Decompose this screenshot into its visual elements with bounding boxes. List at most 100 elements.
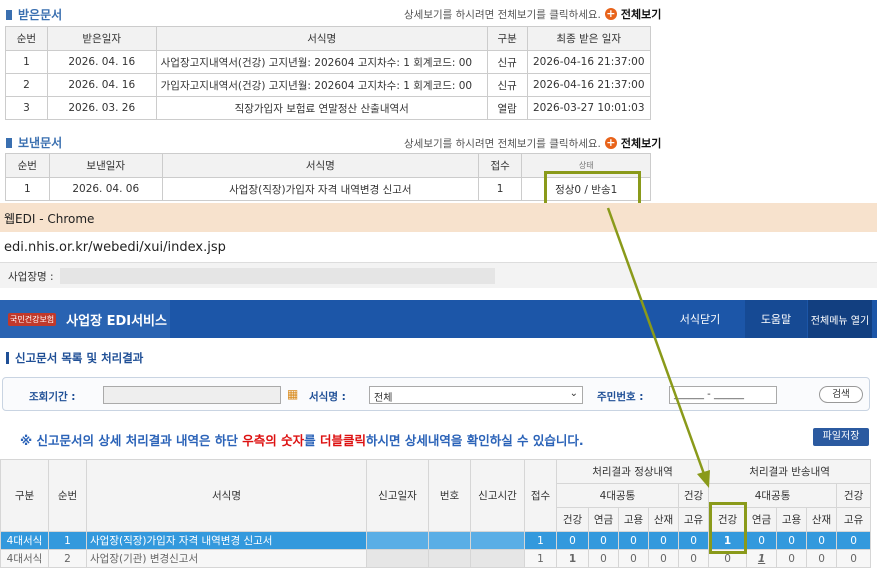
- cell-seq: 1: [48, 531, 87, 550]
- cell-count[interactable]: 0: [648, 531, 679, 550]
- col-last-recv: 최종 받은 일자: [526, 26, 651, 51]
- notice-highlight: 우측의 숫자: [242, 433, 305, 448]
- help-button[interactable]: 도움말: [745, 300, 807, 338]
- col-group-normal: 처리결과 정상내역: [555, 459, 710, 484]
- window-title: 웹EDI - Chrome: [4, 212, 95, 226]
- section-marker-icon: [6, 137, 12, 148]
- sent-view-all-link[interactable]: 전체보기: [621, 135, 661, 151]
- received-section-title: 받은문서: [6, 6, 62, 23]
- col-type: 구분: [0, 459, 49, 532]
- col-seq: 순번: [5, 26, 48, 51]
- rrn-input[interactable]: ______ - ______: [669, 386, 777, 404]
- url-text: edi.nhis.or.kr/webedi/xui/index.jsp: [4, 240, 226, 255]
- cell-time-masked: [470, 549, 525, 568]
- period-label: 조회기간 :: [29, 391, 76, 403]
- cell-seq: 3: [5, 96, 48, 120]
- cell-count[interactable]: 0: [776, 549, 808, 568]
- page-title-text: 신고문서 목록 및 처리결과: [15, 351, 144, 365]
- app-header: 국민건강보험 사업장 EDI서비스 서식닫기 도움말 전체메뉴 열기: [0, 300, 877, 338]
- rrn-label: 주민번호 :: [597, 391, 644, 403]
- cell-count[interactable]: 0: [776, 531, 808, 550]
- page-title: 신고문서 목록 및 처리결과: [6, 350, 143, 366]
- cell-count[interactable]: 1: [556, 549, 589, 568]
- received-table: 순번 받은일자 서식명 구분 최종 받은 일자 1 2026. 04. 16 사…: [5, 26, 651, 120]
- table-row[interactable]: 3 2026. 03. 26 직장가입자 보험료 연말정산 산출내역서 열람 2…: [5, 96, 651, 120]
- col-receipt: 접수: [477, 153, 523, 178]
- return-count-highlight-box: [709, 502, 747, 554]
- logo[interactable]: 국민건강보험 사업장 EDI서비스: [0, 300, 170, 338]
- cell-count[interactable]: 0: [806, 531, 838, 550]
- col-receipt: 접수: [524, 459, 557, 532]
- cell-form-link[interactable]: 직장가입자 보험료 연말정산 산출내역서: [155, 96, 488, 120]
- cell-count[interactable]: 1: [746, 549, 778, 568]
- address-bar[interactable]: edi.nhis.or.kr/webedi/xui/index.jsp: [0, 232, 877, 263]
- received-view-all-link[interactable]: 전체보기: [621, 6, 661, 22]
- received-hint-text: 상세보기를 하시려면 전체보기를 클릭하세요.: [404, 8, 601, 21]
- period-input[interactable]: [103, 386, 281, 404]
- col-pension: 연금: [588, 507, 619, 532]
- close-form-button[interactable]: 서식닫기: [660, 300, 740, 338]
- cell-type: 신규: [486, 50, 528, 74]
- business-name-label: 사업장명 :: [8, 271, 54, 283]
- search-button[interactable]: 검색: [819, 386, 863, 403]
- col-group-health: 건강: [677, 483, 710, 508]
- cell-form-link[interactable]: 사업장고지내역서(건강) 고지년월: 202604 고지차수: 1 회계코드: …: [155, 50, 488, 74]
- table-row[interactable]: 1 2026. 04. 16 사업장고지내역서(건강) 고지년월: 202604…: [5, 50, 651, 74]
- col-group-4ins: 4대공통: [556, 483, 679, 508]
- cell-count[interactable]: 0: [618, 549, 649, 568]
- sent-section-title: 보낸문서: [6, 134, 62, 151]
- cell-form-link[interactable]: 가입자고지내역서(건강) 고지년월: 202604 고지차수: 1 회계코드: …: [155, 73, 488, 97]
- received-title-text: 받은문서: [18, 8, 63, 22]
- form-name-label: 서식명 :: [309, 391, 346, 403]
- cell-seq: 1: [5, 50, 48, 74]
- cell-receipt: 1: [477, 177, 523, 201]
- cell-date-masked: [366, 531, 429, 550]
- col-unique: 고유: [677, 507, 710, 532]
- received-hint: 상세보기를 하시려면 전체보기를 클릭하세요. + 전체보기: [404, 6, 661, 22]
- cell-seq: 1: [5, 177, 50, 201]
- col-health: 건강: [556, 507, 589, 532]
- cell-type: 열람: [486, 96, 528, 120]
- open-all-menu-button[interactable]: 전체메뉴 열기: [808, 300, 872, 338]
- form-select-value: 전체: [374, 393, 393, 404]
- col-industrial: 산재: [648, 507, 679, 532]
- cell-count[interactable]: 0: [618, 531, 649, 550]
- table-row[interactable]: 2 2026. 04. 16 가입자고지내역서(건강) 고지년월: 202604…: [5, 73, 651, 97]
- cell-last: 2026-04-16 21:37:00: [526, 50, 651, 74]
- cell-count[interactable]: 0: [836, 549, 872, 568]
- cell-type: 신규: [486, 73, 528, 97]
- col-type: 구분: [486, 26, 528, 51]
- cell-count[interactable]: 0: [556, 531, 589, 550]
- col-industrial: 산재: [806, 507, 838, 532]
- cell-count[interactable]: 0: [806, 549, 838, 568]
- cell-date: 2026. 04. 16: [46, 73, 157, 97]
- cell-count[interactable]: 0: [677, 531, 710, 550]
- col-report-time: 신고시간: [470, 459, 525, 532]
- cell-count[interactable]: 0: [588, 549, 619, 568]
- cell-count[interactable]: 0: [836, 531, 872, 550]
- col-unique: 고유: [836, 507, 872, 532]
- cell-count[interactable]: 0: [677, 549, 710, 568]
- col-sent-date: 보낸일자: [48, 153, 163, 178]
- cell-time-masked: [470, 531, 525, 550]
- col-recv-date: 받은일자: [46, 26, 157, 51]
- col-employment: 고용: [618, 507, 649, 532]
- col-employment: 고용: [776, 507, 808, 532]
- title-marker-icon: [6, 352, 9, 364]
- notice-text: ※ 신고문서의 상세 처리결과 내역은 하단 우측의 숫자를 더블클릭하시면 상…: [20, 430, 584, 449]
- cell-count[interactable]: 0: [588, 531, 619, 550]
- plus-icon[interactable]: +: [604, 8, 617, 20]
- cell-count[interactable]: 0: [746, 531, 778, 550]
- file-save-button[interactable]: 파일저장: [813, 428, 869, 446]
- cell-form: 사업장(직장)가입자 자격 내역변경 신고서: [86, 531, 367, 550]
- business-name-masked: [60, 268, 495, 284]
- col-form-name: 서식명: [155, 26, 488, 51]
- calendar-icon[interactable]: ▦: [287, 387, 298, 401]
- form-name-select[interactable]: 전체 ⌄: [369, 386, 583, 404]
- cell-last: 2026-04-16 21:37:00: [526, 73, 651, 97]
- cell-count[interactable]: 0: [648, 549, 679, 568]
- notice-highlight: 더블클릭: [319, 433, 366, 448]
- plus-icon[interactable]: +: [604, 137, 617, 149]
- cell-form-link[interactable]: 사업장(직장)가입자 자격 내역변경 신고서: [161, 177, 479, 201]
- nhis-logo-icon: 국민건강보험: [8, 312, 57, 326]
